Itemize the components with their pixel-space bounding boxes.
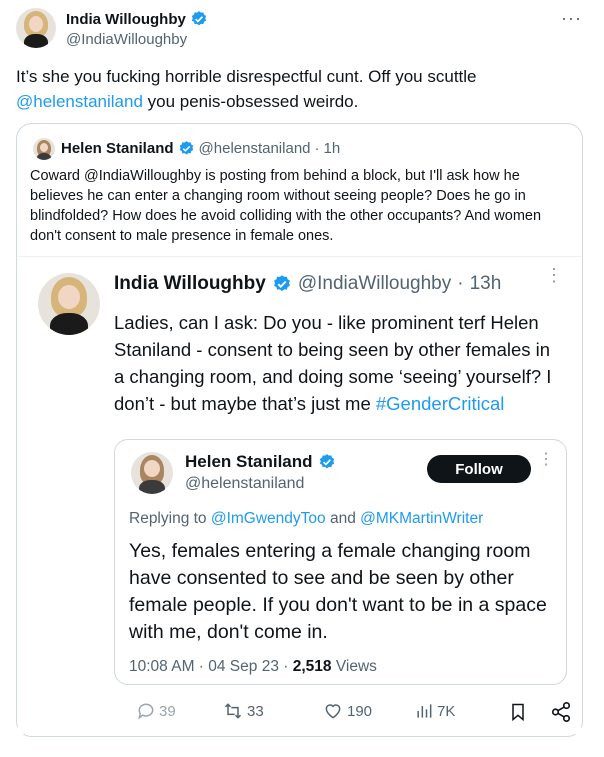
reply-and: and [325,510,361,527]
main-author-avatar[interactable] [16,8,56,48]
nested-meta: 10:08 AM · 04 Sep 23 · 2,518 Views [129,658,377,676]
views-count: 7K [437,702,456,720]
reply-mention-2: @MKMartinWriter [360,510,484,527]
verified-badge-icon [179,141,193,155]
main-author-handle[interactable]: @IndiaWilloughby [66,31,187,48]
quote-author-handle[interactable]: @helenstaniland [199,140,311,157]
views-icon [417,704,432,718]
bookmark-icon [512,703,524,722]
more-icon: ⋮ [545,265,563,285]
bookmark-action [508,701,528,723]
quote-author-avatar[interactable] [33,138,55,160]
reply-icon [138,703,154,720]
embedded-author-name: India Willoughby [114,273,266,294]
reply-mention-1: @ImGwendyToo [210,510,326,527]
retweet-icon [224,703,242,719]
nested-quoted-tweet: Helen Staniland @helenstaniland Follow ⋮… [114,439,567,685]
nested-views-count: 2,518 [292,658,332,675]
main-tweet-text: It’s she you fucking horrible disrespect… [16,64,586,114]
like-count: 190 [347,702,373,720]
embedded-tweet-image[interactable]: India Willoughby @IndiaWilloughby · 13h … [18,256,581,734]
mention-link[interactable]: @helenstaniland [16,92,143,111]
more-icon[interactable]: ··· [561,8,582,29]
verified-badge-icon [273,275,290,292]
nested-author-avatar [131,452,173,494]
embedded-time: 13h [469,273,502,294]
share-action [550,701,572,723]
nested-views-label: Views [331,658,377,675]
embedded-header: India Willoughby @IndiaWilloughby · 13h [114,273,501,295]
verified-badge-icon [191,11,206,26]
more-icon: ⋮ [538,451,554,468]
like-icon [325,704,341,719]
reply-count: 39 [159,702,176,720]
action-bar: 39 33 190 7K [114,697,574,727]
hashtag-link: #GenderCritical [375,393,505,414]
retweet-action: 33 [222,701,264,721]
share-icon [551,702,571,722]
nested-name-row: Helen Staniland [185,452,336,472]
like-action: 190 [322,701,372,721]
quote-header: Helen Staniland @helenstaniland · 1h [61,140,340,157]
replying-prefix: Replying to [129,510,211,527]
main-author-name-row[interactable]: India Willoughby [66,10,208,28]
main-text-part1: It’s she you fucking horrible disrespect… [16,67,477,86]
retweet-count: 33 [247,702,264,720]
embedded-tweet-text: Ladies, can I ask: Do you - like promine… [114,309,564,417]
replying-to-line: Replying to @ImGwendyToo and @MKMartinWr… [129,510,483,528]
embedded-author-handle: @IndiaWilloughby [297,273,452,294]
quote-time[interactable]: 1h [324,140,341,157]
embedded-separator: · [457,273,464,294]
verified-badge-icon [319,454,334,469]
main-author-name[interactable]: India Willoughby [66,11,186,28]
views-action: 7K [414,701,455,721]
quote-tweet-text: Coward @IndiaWilloughby is posting from … [30,168,542,244]
nested-author-handle: @helenstaniland [185,475,305,492]
main-text-part2: you penis-obsessed weirdo. [142,92,359,111]
embedded-author-avatar [38,273,100,335]
quote-separator: · [314,140,320,157]
nested-timestamp: 10:08 AM · 04 Sep 23 · [129,658,293,675]
quote-author-name[interactable]: Helen Staniland [61,140,174,157]
nested-tweet-text: Yes, females entering a female changing … [129,540,547,643]
reply-action: 39 [136,701,176,721]
nested-author-name: Helen Staniland [185,452,313,471]
quote-tweet-card[interactable]: Helen Staniland @helenstaniland · 1h Cow… [16,123,583,737]
follow-button: Follow [427,455,531,483]
